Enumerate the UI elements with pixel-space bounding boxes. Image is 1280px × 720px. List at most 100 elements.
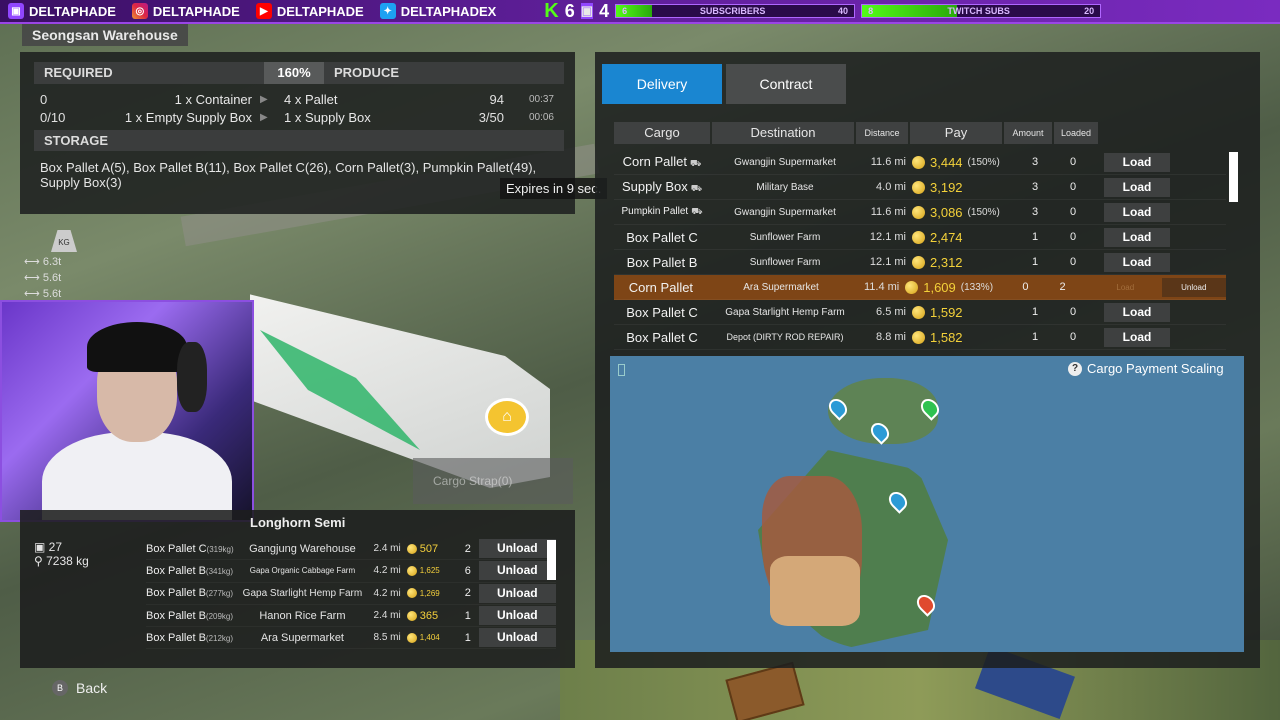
cargo-payment-scaling-link[interactable]: ? Cargo Payment Scaling [1068,361,1224,376]
cargo-amount: 1 [1031,306,1039,318]
cargo-distance: 8.5 mi [373,632,401,644]
load-button[interactable]: Load [1104,327,1170,347]
streamer-webcam [0,300,254,522]
storage-contents: Box Pallet A(5), Box Pallet B(11), Box P… [40,160,537,190]
cargo-pay: 3,086 (150%) [906,205,1016,220]
cargo-strap-prompt[interactable]: Cargo Strap(0) [413,458,573,504]
unload-button[interactable]: Unload [478,583,557,603]
webcam-person-cap [87,322,187,372]
delivery-map[interactable] [610,356,1244,652]
vehicle-weight: ⚲ 7238 kg [34,554,89,568]
social-instagram: ◎ DELTAPHADE [124,3,248,19]
load-button[interactable]: Load [1104,202,1170,222]
cargo-distance: 4.0 mi [876,181,906,193]
delivery-row[interactable]: Pumpkin Pallet ⛟ Gwangjin Supermarket 11.… [614,200,1226,225]
vehicle-list-scrollbar[interactable] [547,540,556,580]
cargo-loaded: 0 [1069,181,1077,193]
delivery-row[interactable]: Corn Pallet ⛟ Gwangjin Supermarket 11.6 m… [614,150,1226,175]
cargo-distance: 8.8 mi [876,331,906,343]
subscriber-goal-bar: 6 SUBSCRIBERS 40 [615,4,856,18]
cargo-loaded: 0 [1069,206,1077,218]
cargo-destination: Ara Supermarket [260,631,344,644]
arrow-right-icon: ▶ [260,111,268,123]
coin-icon [912,205,925,219]
cargo-amount: 0 [1022,281,1029,293]
cargo-destination: Gapa Starlight Hemp Farm [242,587,363,599]
webcam-person-body [42,432,232,520]
delivery-row[interactable]: Box Pallet C Gapa Starlight Hemp Farm 6.… [614,300,1226,325]
column-header-amount[interactable]: Amount [1004,122,1052,144]
load-button[interactable]: Load [1104,177,1170,197]
delivery-table-header: Cargo Destination Distance Pay Amount Lo… [614,122,1242,144]
unload-button[interactable]: Unload [478,628,557,648]
kick-icon: K [544,0,559,22]
arrow-right-icon: ▶ [260,93,268,105]
coin-icon [406,588,417,599]
twitch-icon: ▣ [8,3,24,19]
stream-goals: K 6 ▣ 4 6 SUBSCRIBERS 40 8 TWITCH SUBS 2… [544,0,1102,23]
cargo-amount: 1 [1031,331,1039,343]
load-button[interactable]: Load [1104,252,1170,272]
goal-label: TWITCH SUBS [947,6,1010,16]
goal-target: 20 [1084,6,1095,16]
coin-icon [912,330,925,344]
delivery-row[interactable]: Box Pallet C Sunflower Farm 12.1 mi 2,47… [614,225,1226,250]
column-header-distance[interactable]: Distance [856,122,908,144]
goal-current: 8 [868,6,874,16]
twitch-icon: ▣ [580,3,594,19]
cargo-amount: 1 [1031,256,1039,268]
cargo-amount: 1 [464,609,471,622]
youtube-icon: ▶ [255,3,272,19]
cargo-name: Box Pallet B [626,254,698,270]
cargo-destination: Gapa Starlight Hemp Farm [725,306,845,318]
social-twitch: ▣ DELTAPHADE [0,3,124,19]
twitter-icon: ✦ [379,3,396,19]
stream-overlay-bar: ▣ DELTAPHADE ◎ DELTAPHADE ▶ DELTAPHADE ✦… [0,0,1280,24]
delivery-row[interactable]: Supply Box ⛟ Military Base 4.0 mi 3,192 3… [614,175,1226,200]
load-button[interactable]: Load [1104,152,1170,172]
delivery-table-body: Corn Pallet ⛟ Gwangjin Supermarket 11.6 m… [614,150,1226,350]
cargo-pay: 1,269 [401,588,461,599]
cargo-name: Box Pallet C [626,329,698,345]
storage-label: STORAGE [34,130,564,151]
goal-current: 6 [622,6,628,16]
vehicle-cargo-row: Box Pallet B(209kg) Hanon Rice Farm 2.4 … [146,605,557,628]
unload-button[interactable]: Unload [478,606,557,626]
tab-delivery[interactable]: Delivery [602,64,722,104]
cargo-amount: 1 [1031,231,1039,243]
unload-button[interactable]: Unload [1161,277,1226,297]
cargo-pay: 1,609 (133%) [899,280,1007,295]
delivery-row-selected[interactable]: Corn Pallet Ara Supermarket 11.4 mi 1,60… [614,275,1226,300]
column-header-pay[interactable]: Pay [910,122,1002,144]
coin-icon [406,610,417,621]
column-header-cargo[interactable]: Cargo [614,122,710,144]
truck-trailer [250,294,550,488]
cargo-pay: 1,625 [401,565,461,576]
social-handle: DELTAPHADE [152,3,240,19]
tab-contract[interactable]: Contract [726,64,846,104]
column-header-loaded[interactable]: Loaded [1054,122,1098,144]
delivery-list-scrollbar[interactable] [1229,152,1238,202]
cargo-name: Pumpkin Pallet ⛟ [621,206,703,217]
load-button[interactable]: Load [1104,302,1170,322]
column-header-destination[interactable]: Destination [712,122,854,144]
cargo-pay: 3,192 [906,180,1016,195]
axle-weights: KG ⟷ 6.3t ⟷ 5.6t ⟷ 5.6t [24,230,77,300]
cargo-distance: 12.1 mi [869,256,906,268]
recipe-output: 1 x Supply Box [284,109,371,125]
cargo-pay: 1,592 [906,305,1016,320]
unload-button[interactable]: Unload [478,561,557,581]
unload-button[interactable]: Unload [478,539,557,559]
coin-icon [912,255,925,269]
delivery-row[interactable]: Box Pallet C Depot (DIRTY ROD REPAIR) 8.… [614,325,1226,350]
warehouse-marker-icon: ⌂ [485,398,529,436]
expires-notice: Expires in 9 sec. [500,178,608,199]
coin-icon [406,632,417,643]
load-button[interactable]: Load [1104,227,1170,247]
delivery-row[interactable]: Box Pallet B Sunflower Farm 12.1 mi 2,31… [614,250,1226,275]
back-button[interactable]: B Back [52,680,107,696]
strap-icon: ⛟ [691,206,703,216]
load-button[interactable]: Load [1093,278,1157,297]
axle-weight: ⟷ 5.6t [24,272,62,284]
recipe-input: 1 x Container [174,91,252,107]
